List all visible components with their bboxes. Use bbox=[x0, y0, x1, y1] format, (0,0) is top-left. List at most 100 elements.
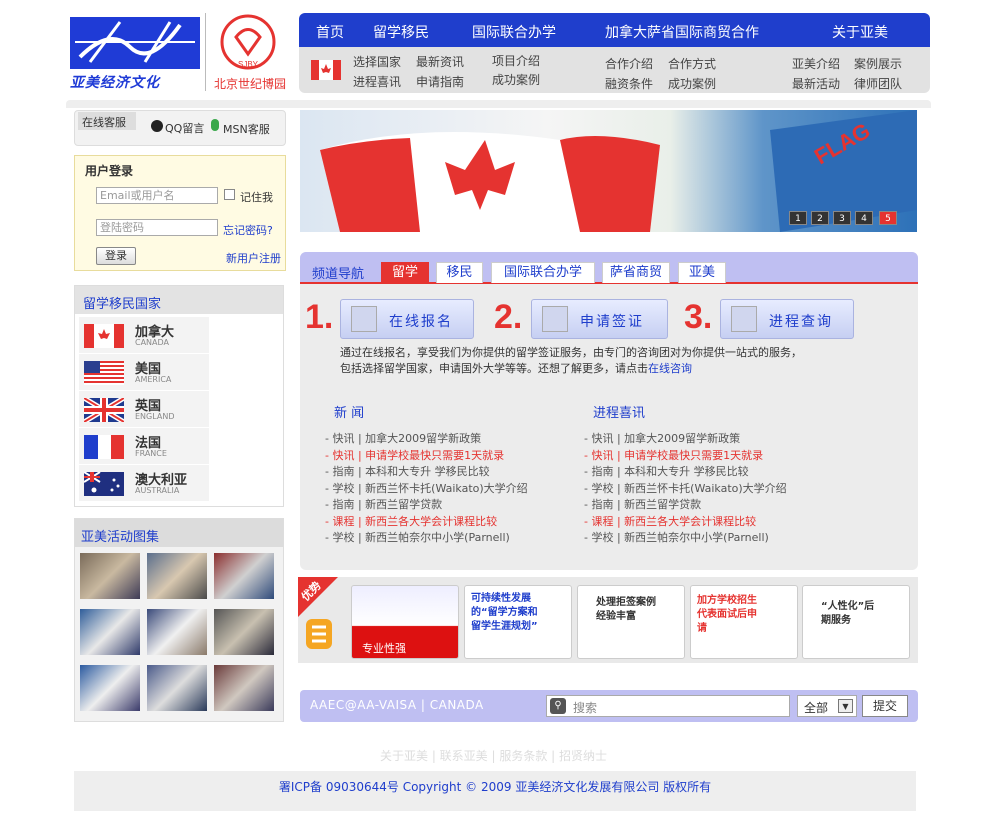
step-number: 1. bbox=[305, 298, 334, 336]
subnav-lawyers[interactable]: 律师团队 bbox=[854, 75, 902, 92]
news-item[interactable]: - 学校 | 新西兰怀卡托(Waikato)大学介绍 bbox=[584, 480, 787, 496]
progress-news-title[interactable]: 进程喜讯 bbox=[593, 402, 645, 421]
banner-page-3[interactable]: 3 bbox=[833, 211, 851, 225]
login-button[interactable]: 登录 bbox=[96, 247, 136, 265]
ad-after-service[interactable]: “人性化”后期服务 bbox=[802, 585, 910, 659]
nav-joint-school[interactable]: 国际联合办学 bbox=[472, 22, 556, 42]
subnav-success-cases[interactable]: 成功案例 bbox=[492, 71, 540, 88]
tab-yamei[interactable]: 亚美 bbox=[678, 262, 726, 283]
subnav-coop-intro[interactable]: 合作介绍 bbox=[605, 55, 653, 72]
tab-sask-trade[interactable]: 萨省商贸 bbox=[602, 262, 670, 283]
gallery-photo[interactable] bbox=[147, 553, 207, 599]
news-item[interactable]: - 指南 | 新西兰留学贷款 bbox=[584, 496, 701, 512]
gallery-photo[interactable] bbox=[214, 553, 274, 599]
subnav-guide[interactable]: 申请指南 bbox=[416, 73, 464, 90]
nav-about[interactable]: 关于亚美 bbox=[832, 22, 888, 42]
subnav-case-show[interactable]: 案例展示 bbox=[854, 55, 902, 72]
subnav-finance[interactable]: 融资条件 bbox=[605, 75, 653, 92]
nav-canada-trade[interactable]: 加拿大萨省国际商贸合作 bbox=[605, 22, 759, 42]
ad-label: 处理拒签案例经验丰富 bbox=[596, 597, 656, 622]
country-name-en: CANADA bbox=[135, 338, 170, 347]
news-item[interactable]: - 学校 | 新西兰怀卡托(Waikato)大学介绍 bbox=[325, 480, 528, 496]
main-nav: 首页 留学移民 国际联合办学 加拿大萨省国际商贸合作 关于亚美 bbox=[299, 13, 930, 47]
ad-school-recruit[interactable]: 加方学校招生代表面试后申请 bbox=[690, 585, 798, 659]
country-australia[interactable]: 澳大利亚 AUSTRALIA bbox=[79, 465, 209, 501]
gallery-photo[interactable] bbox=[80, 609, 140, 655]
banner-page-2[interactable]: 2 bbox=[811, 211, 829, 225]
gallery-photo[interactable] bbox=[80, 665, 140, 711]
tab-joint-school[interactable]: 国际联合办学 bbox=[491, 262, 595, 283]
register-link[interactable]: 新用户注册 bbox=[226, 250, 281, 266]
nav-home[interactable]: 首页 bbox=[316, 22, 344, 42]
ad-professional[interactable]: 专业性强 bbox=[351, 585, 459, 659]
calculator-icon bbox=[731, 306, 757, 332]
search-input[interactable]: ⚲ 搜索 bbox=[546, 695, 790, 717]
subnav-about-yamei[interactable]: 亚美介绍 bbox=[792, 55, 840, 72]
banner-page-1[interactable]: 1 bbox=[789, 211, 807, 225]
news-item[interactable]: - 指南 | 本科和大专升 学移民比较 bbox=[584, 463, 749, 479]
news-item[interactable]: - 学校 | 新西兰帕奈尔中小学(Parnell) bbox=[584, 529, 769, 545]
visa-apply-button[interactable]: 申请签证 bbox=[531, 299, 668, 339]
gallery-photo[interactable] bbox=[214, 665, 274, 711]
nav-study-immigration[interactable]: 留学移民 bbox=[373, 22, 429, 42]
step-number: 3. bbox=[684, 298, 713, 336]
banner-page-4[interactable]: 4 bbox=[855, 211, 873, 225]
online-register-button[interactable]: 在线报名 bbox=[340, 299, 474, 339]
login-box: 用户登录 Email或用户名 记住我 登陆密码 忘记密码? 登录 新用户注册 bbox=[74, 155, 286, 271]
footer-links[interactable]: 关于亚美 | 联系亚美 | 服务条款 | 招贤纳士 bbox=[380, 747, 607, 764]
news-item[interactable]: - 课程 | 新西兰各大学会计课程比较 bbox=[325, 513, 497, 529]
news-title[interactable]: 新 闻 bbox=[334, 402, 364, 421]
news-item[interactable]: - 快讯 | 申请学校最快只需要1天就录 bbox=[584, 447, 763, 463]
logo[interactable] bbox=[70, 17, 200, 69]
tab-immigration[interactable]: 移民 bbox=[436, 262, 483, 283]
canada-flag-icon bbox=[311, 60, 341, 80]
news-item[interactable]: - 指南 | 新西兰留学贷款 bbox=[325, 496, 442, 512]
country-canada[interactable]: 加拿大 CANADA bbox=[79, 317, 209, 353]
news-item[interactable]: - 指南 | 本科和大专升 学移民比较 bbox=[325, 463, 490, 479]
gallery-photo[interactable] bbox=[214, 609, 274, 655]
gallery-title: 亚美活动图集 bbox=[75, 519, 283, 547]
subnav-latest-news[interactable]: 最新资讯 bbox=[416, 53, 464, 70]
subnav-choose-country[interactable]: 选择国家 bbox=[353, 53, 401, 70]
msn-service-link[interactable]: MSN客服 bbox=[223, 121, 270, 137]
online-consult-link[interactable]: 在线咨询 bbox=[648, 362, 692, 375]
remember-checkbox[interactable] bbox=[224, 189, 235, 200]
country-name-en: ENGLAND bbox=[135, 412, 175, 421]
gallery-photo[interactable] bbox=[80, 553, 140, 599]
password-input[interactable]: 登陆密码 bbox=[96, 219, 218, 236]
gallery-photo[interactable] bbox=[147, 665, 207, 711]
usa-flag-icon bbox=[84, 361, 124, 385]
search-submit-button[interactable]: 提交 bbox=[862, 695, 908, 717]
qq-message-link[interactable]: QQ留言 bbox=[165, 120, 204, 136]
ad-visa-refusal[interactable]: 处理拒签案例经验丰富 bbox=[577, 585, 685, 659]
tab-study[interactable]: 留学 bbox=[381, 262, 429, 283]
news-item[interactable]: - 学校 | 新西兰帕奈尔中小学(Parnell) bbox=[325, 529, 510, 545]
gallery-photo[interactable] bbox=[147, 609, 207, 655]
banner-page-5[interactable]: 5 bbox=[879, 211, 897, 225]
subnav-coop-method[interactable]: 合作方式 bbox=[668, 55, 716, 72]
subnav-project-intro[interactable]: 项目介绍 bbox=[492, 52, 540, 69]
ad-planning[interactable]: 可持续性发展的“留学方案和留学生涯规划” bbox=[464, 585, 572, 659]
news-item[interactable]: - 快讯 | 申请学校最快只需要1天就录 bbox=[325, 447, 504, 463]
search-bar: AAEC@AA-VAISA | CANADA ⚲ 搜索 全部 ▼ 提交 bbox=[300, 690, 918, 722]
book-icon bbox=[542, 306, 568, 332]
news-item[interactable]: - 课程 | 新西兰各大学会计课程比较 bbox=[584, 513, 756, 529]
countries-title: 留学移民国家 bbox=[75, 286, 283, 314]
progress-query-button[interactable]: 进程查询 bbox=[720, 299, 854, 339]
subnav-events[interactable]: 最新活动 bbox=[792, 75, 840, 92]
partner-name: 北京世纪博园 bbox=[213, 77, 286, 91]
country-uk[interactable]: 英国 ENGLAND bbox=[79, 391, 209, 427]
subnav-progress-news[interactable]: 进程喜讯 bbox=[353, 73, 401, 90]
partner-logo[interactable]: SJBY bbox=[218, 12, 278, 72]
news-item[interactable]: - 快讯 | 加拿大2009留学新政策 bbox=[584, 430, 740, 446]
ad-label: 专业性强 bbox=[362, 642, 406, 655]
news-item[interactable]: - 快讯 | 加拿大2009留学新政策 bbox=[325, 430, 481, 446]
subnav-trade-cases[interactable]: 成功案例 bbox=[668, 75, 716, 92]
username-input[interactable]: Email或用户名 bbox=[96, 187, 218, 204]
forgot-password-link[interactable]: 忘记密码? bbox=[223, 222, 273, 238]
logo-brand-text: 亚美经济文化 bbox=[70, 75, 160, 91]
country-usa[interactable]: 美国 AMERICA bbox=[79, 354, 209, 390]
country-france[interactable]: 法国 FRANCE bbox=[79, 428, 209, 464]
search-scope-select[interactable]: 全部 ▼ bbox=[797, 695, 857, 717]
country-name-en: AUSTRALIA bbox=[135, 486, 180, 495]
